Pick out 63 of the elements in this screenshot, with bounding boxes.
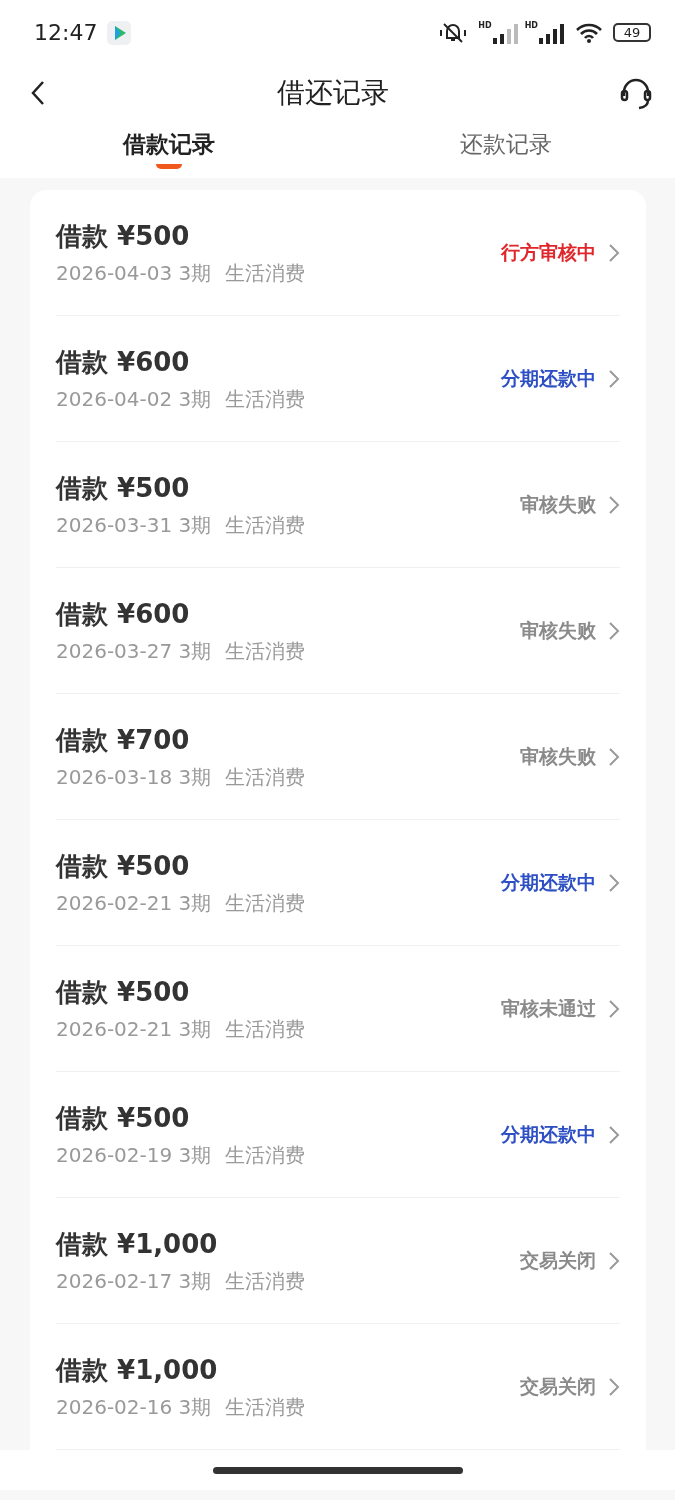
loan-status[interactable]: 交易关闭 (520, 1373, 596, 1400)
loan-purpose: 生活消费 (225, 385, 306, 413)
loan-amount: 借款 ¥1,000 (56, 1353, 219, 1387)
loan-amount: 借款 ¥1,000 (56, 1227, 219, 1261)
loan-purpose: 生活消费 (225, 1141, 306, 1169)
status-time: 12:47 (34, 20, 98, 45)
loan-amount: 借款 ¥600 (56, 597, 191, 631)
loan-status[interactable]: 审核失败 (520, 743, 596, 770)
loan-amount: 借款 ¥500 (56, 849, 191, 883)
loan-amount: 借款 ¥500 (56, 219, 191, 253)
signal-icon (539, 23, 565, 44)
loan-date: 2026-04-03 3期 (56, 259, 212, 287)
chevron-icon[interactable] (608, 1250, 620, 1271)
loan-date: 2026-02-21 3期 (56, 1015, 212, 1043)
chevron-icon[interactable] (608, 872, 620, 893)
loan-purpose: 生活消费 (225, 1267, 306, 1295)
signal-icon (492, 23, 519, 44)
chevron-icon[interactable] (608, 368, 620, 389)
chevron-icon[interactable] (608, 1376, 620, 1397)
loan-purpose: 生活消费 (225, 889, 306, 917)
battery-icon: 49 (613, 23, 651, 42)
chevron-icon[interactable] (608, 494, 620, 515)
loan-amount: 借款 ¥500 (56, 471, 191, 505)
wifi-icon (575, 21, 603, 44)
chevron-icon[interactable] (608, 1124, 620, 1145)
loan-purpose: 生活消费 (225, 1015, 306, 1043)
network-label: HD (478, 21, 492, 30)
loan-purpose: 生活消费 (225, 637, 306, 665)
loan-status[interactable]: 分期还款中 (501, 869, 596, 896)
loan-amount: 借款 ¥500 (56, 1101, 191, 1135)
loan-amount: 借款 ¥500 (56, 975, 191, 1009)
network-label: HD (524, 21, 538, 30)
loan-purpose: 生活消费 (225, 511, 306, 539)
loan-date: 2026-03-27 3期 (56, 637, 212, 665)
loan-date: 2026-02-17 3期 (56, 1267, 212, 1295)
loan-status[interactable]: 审核失败 (520, 617, 596, 644)
page-title: 借还记录 (276, 74, 389, 111)
loan-amount: 借款 ¥600 (56, 345, 191, 379)
loan-date: 2026-02-16 3期 (56, 1393, 212, 1421)
loan-date: 2026-02-21 3期 (56, 889, 212, 917)
loan-amount: 借款 ¥700 (56, 723, 191, 757)
loan-status[interactable]: 分期还款中 (501, 1121, 596, 1148)
loan-date: 2026-04-02 3期 (56, 385, 212, 413)
home-indicator[interactable] (212, 1466, 463, 1474)
loan-status[interactable]: 行方审核中 (501, 239, 596, 266)
mute-icon (438, 20, 469, 45)
loan-purpose: 生活消费 (225, 259, 306, 287)
chevron-icon[interactable] (608, 746, 620, 767)
loan-date: 2026-02-19 3期 (56, 1141, 212, 1169)
loan-status[interactable]: 审核未通过 (501, 995, 596, 1022)
chevron-icon[interactable] (608, 242, 620, 263)
loan-date: 2026-03-31 3期 (56, 511, 212, 539)
tab[interactable]: 借款记录 (0, 120, 338, 178)
chevron-icon[interactable] (608, 620, 620, 641)
loan-status[interactable]: 审核失败 (520, 491, 596, 518)
loan-status[interactable]: 交易关闭 (520, 1247, 596, 1274)
chevron-icon[interactable] (608, 998, 620, 1019)
loan-purpose: 生活消费 (225, 763, 306, 791)
loan-date: 2026-03-18 3期 (56, 763, 212, 791)
loan-purpose: 生活消费 (225, 1393, 306, 1421)
app-icon (107, 20, 132, 45)
loan-status[interactable]: 分期还款中 (501, 365, 596, 392)
tab[interactable]: 还款记录 (337, 120, 675, 178)
